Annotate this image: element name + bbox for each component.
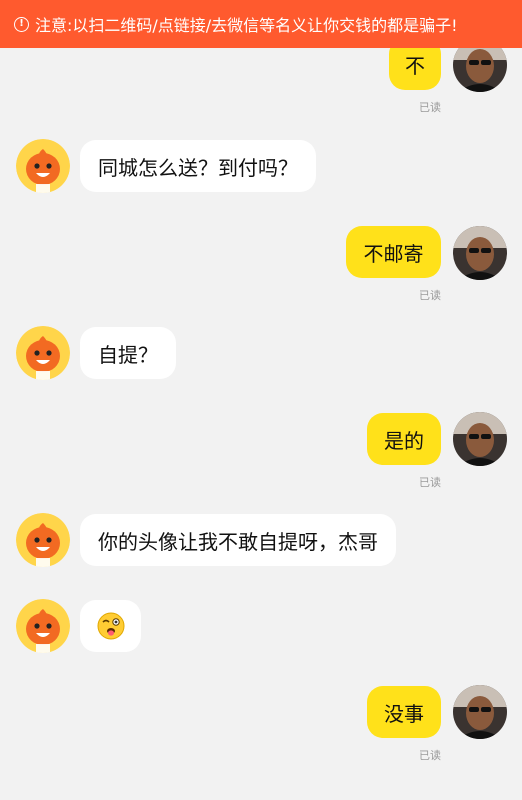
read-status: 已读 — [419, 289, 441, 302]
contact-avatar[interactable] — [16, 599, 70, 653]
message-text: 你的头像让我不敢自提呀，杰哥 — [98, 529, 378, 554]
self-avatar[interactable] — [453, 685, 507, 739]
orange-mascot-avatar-icon — [16, 326, 70, 380]
tongue-out-wink-emoji-icon — [97, 612, 124, 640]
chat-area[interactable]: 不 已读 同城怎么送？到付吗？ 不邮寄 已读 自提？ 是的 已读 你的头像让我不… — [0, 0, 522, 800]
self-avatar[interactable] — [453, 412, 507, 466]
contact-avatar[interactable] — [16, 139, 70, 193]
man-glasses-avatar-icon — [453, 685, 507, 739]
contact-avatar[interactable] — [16, 326, 70, 380]
orange-mascot-avatar-icon — [16, 139, 70, 193]
outgoing-message-bubble[interactable]: 不邮寄 — [346, 226, 441, 278]
message-text: 不邮寄 — [363, 241, 424, 266]
fraud-warning-banner: ! 注意:以扫二维码/点链接/去微信等名义让你交钱的都是骗子! — [0, 0, 522, 48]
outgoing-message-bubble[interactable]: 没事 — [367, 686, 441, 738]
message-text: 自提？ — [98, 342, 158, 367]
contact-avatar[interactable] — [16, 513, 70, 567]
orange-mascot-avatar-icon — [16, 513, 70, 567]
message-text: 同城怎么送？到付吗？ — [98, 155, 298, 180]
read-status: 已读 — [419, 476, 441, 489]
incoming-message-bubble[interactable]: 同城怎么送？到付吗？ — [80, 140, 316, 192]
orange-mascot-avatar-icon — [16, 599, 70, 653]
incoming-message-bubble[interactable]: 自提？ — [80, 327, 176, 379]
man-glasses-avatar-icon — [453, 226, 507, 280]
message-text: 不 — [405, 53, 425, 78]
self-avatar[interactable] — [453, 226, 507, 280]
incoming-emoji-bubble[interactable] — [80, 600, 141, 652]
incoming-message-bubble[interactable]: 你的头像让我不敢自提呀，杰哥 — [80, 514, 396, 566]
message-text: 没事 — [384, 701, 424, 726]
message-text: 是的 — [384, 428, 424, 453]
warning-text: 注意:以扫二维码/点链接/去微信等名义让你交钱的都是骗子! — [35, 16, 458, 35]
man-glasses-avatar-icon — [453, 412, 507, 466]
info-icon: ! — [14, 16, 29, 32]
outgoing-message-bubble[interactable]: 是的 — [367, 413, 441, 465]
read-status: 已读 — [419, 101, 441, 114]
read-status: 已读 — [419, 749, 441, 762]
